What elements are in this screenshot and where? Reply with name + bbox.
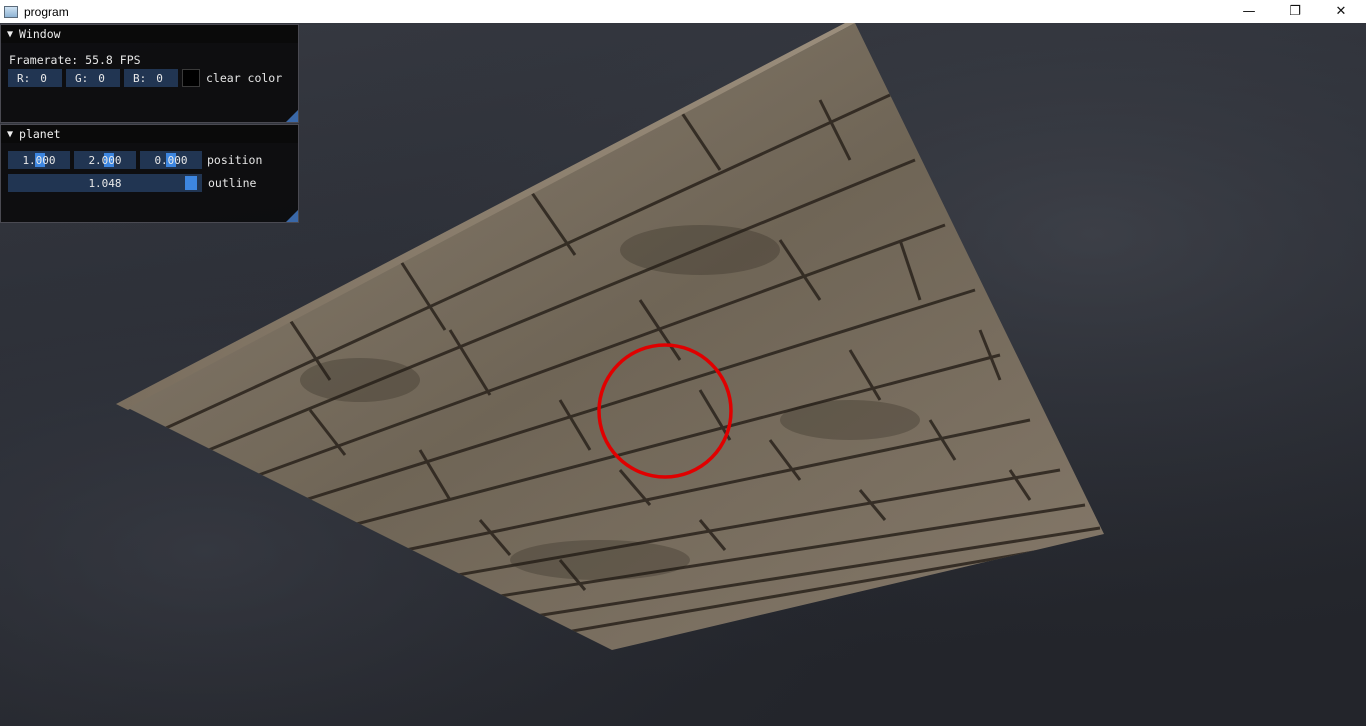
title-bar: program — ❐ ✕: [0, 0, 1366, 23]
slider-grab[interactable]: [185, 176, 197, 190]
panel-header[interactable]: ▼ Window: [1, 25, 298, 43]
window-title: program: [24, 4, 69, 19]
green-input[interactable]: G: 0: [66, 69, 120, 87]
collapse-triangle-icon[interactable]: ▼: [7, 129, 13, 140]
collapse-triangle-icon[interactable]: ▼: [7, 29, 13, 40]
clear-color-swatch[interactable]: [182, 69, 200, 87]
panel-title: planet: [19, 127, 61, 141]
panel-title: Window: [19, 27, 61, 41]
outline-row: 1.048 outline: [8, 174, 256, 192]
position-z-drag[interactable]: 0.000: [140, 151, 202, 169]
framerate-row: Framerate: 55.8 FPS: [8, 51, 141, 69]
clear-color-row: R: 0 G: 0 B: 0 clear color: [8, 69, 282, 87]
position-x-drag[interactable]: 1.000: [8, 151, 70, 169]
app-icon: [4, 5, 18, 18]
imgui-window-panel[interactable]: ▼ Window Framerate: 55.8 FPS R: 0 G: 0 B…: [0, 24, 299, 123]
position-y-drag[interactable]: 2.000: [74, 151, 136, 169]
red-input[interactable]: R: 0: [8, 69, 62, 87]
position-row: 1.000 2.000 0.000 position: [8, 151, 262, 169]
resize-grip[interactable]: [286, 210, 298, 222]
close-button[interactable]: ✕: [1318, 0, 1364, 23]
resize-grip[interactable]: [286, 110, 298, 122]
outline-label: outline: [208, 176, 257, 190]
outline-slider[interactable]: 1.048: [8, 174, 202, 192]
panel-header[interactable]: ▼ planet: [1, 125, 298, 143]
maximize-button[interactable]: ❐: [1272, 0, 1318, 23]
position-label: position: [207, 153, 263, 167]
minimize-button[interactable]: —: [1226, 0, 1272, 23]
clear-color-label: clear color: [206, 71, 283, 85]
blue-input[interactable]: B: 0: [124, 69, 178, 87]
imgui-planet-panel[interactable]: ▼ planet 1.000 2.000 0.000 position 1.04…: [0, 124, 299, 223]
framerate-text: Framerate: 55.8 FPS: [9, 53, 141, 67]
